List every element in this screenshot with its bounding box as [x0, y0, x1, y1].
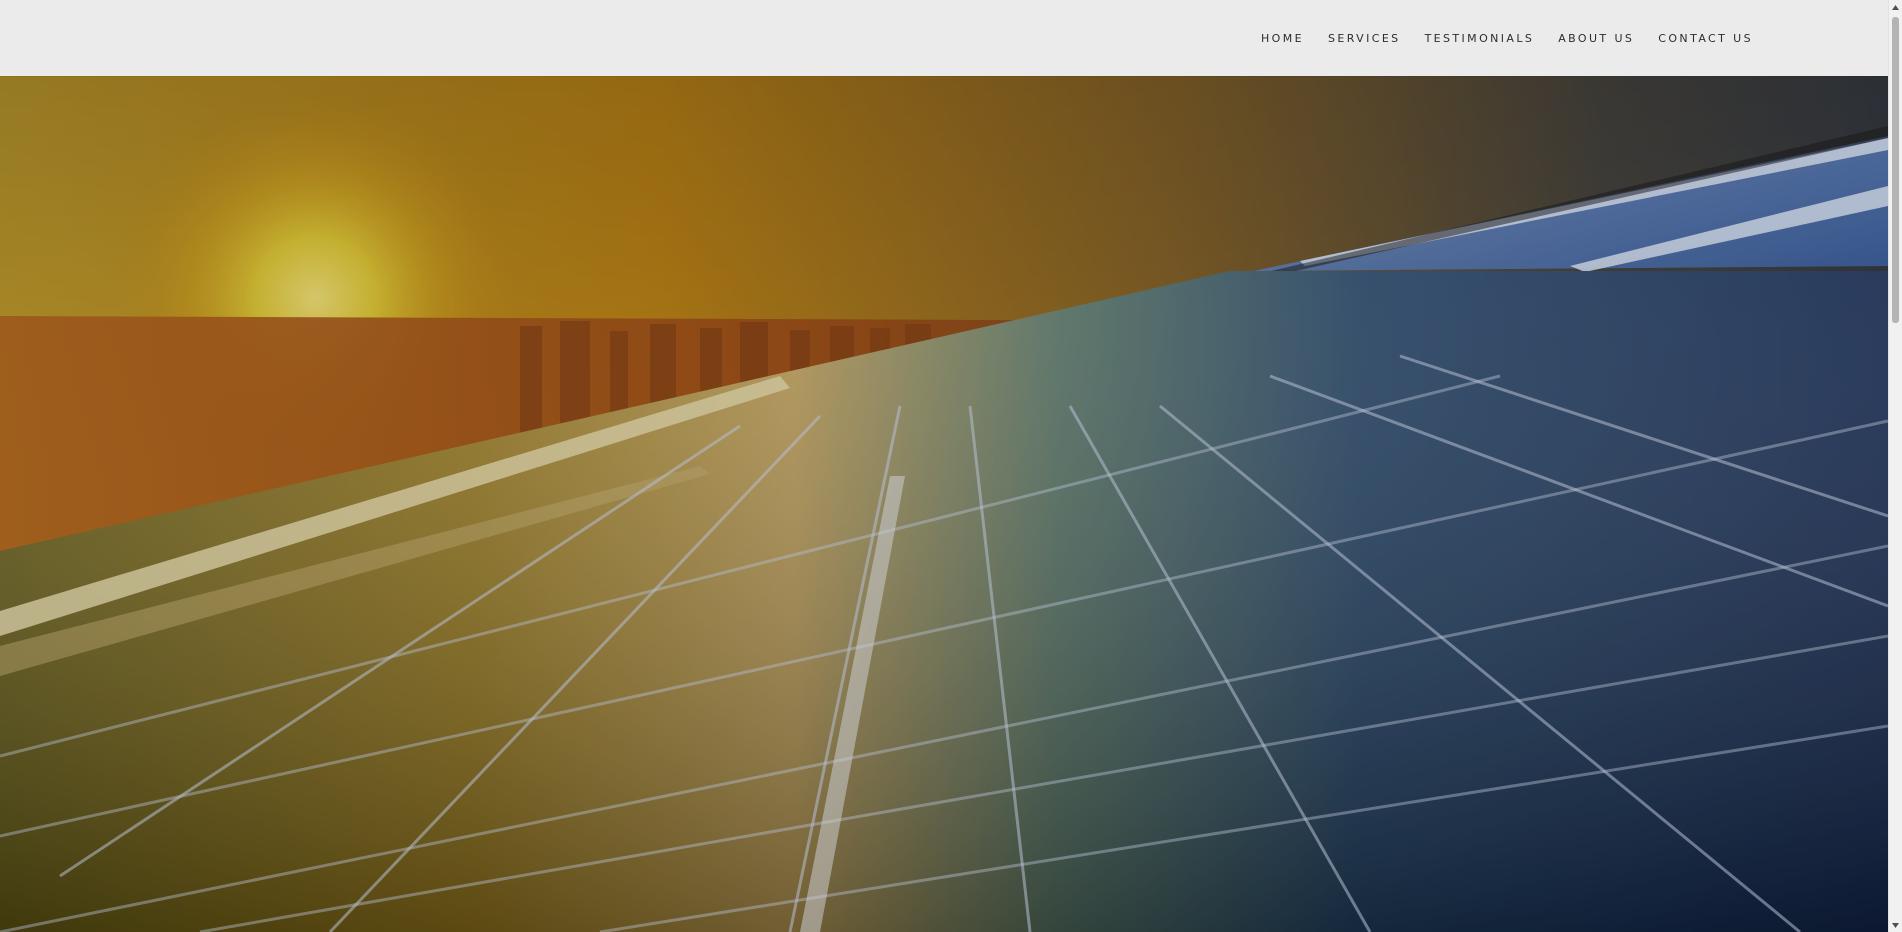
nav-testimonials-link[interactable]: TESTIMONIALS [1425, 32, 1535, 45]
scroll-down-arrow-icon[interactable] [1889, 918, 1902, 932]
nav-contact-us-link[interactable]: CONTACT US [1658, 32, 1753, 45]
nav-services-link[interactable]: SERVICES [1328, 32, 1401, 45]
scroll-up-arrow-icon[interactable] [1889, 0, 1902, 14]
nav-about-us-link[interactable]: ABOUT US [1558, 32, 1634, 45]
hero-solar-panel-image [0, 76, 1888, 932]
site-header: HOME SERVICES TESTIMONIALS ABOUT US CONT… [0, 0, 1888, 76]
hero-section [0, 76, 1888, 932]
nav-home-link[interactable]: HOME [1261, 32, 1304, 45]
page: HOME SERVICES TESTIMONIALS ABOUT US CONT… [0, 0, 1902, 932]
vertical-scrollbar[interactable] [1888, 0, 1902, 932]
scrollbar-thumb[interactable] [1892, 17, 1899, 323]
main-navigation: HOME SERVICES TESTIMONIALS ABOUT US CONT… [1237, 0, 1753, 76]
